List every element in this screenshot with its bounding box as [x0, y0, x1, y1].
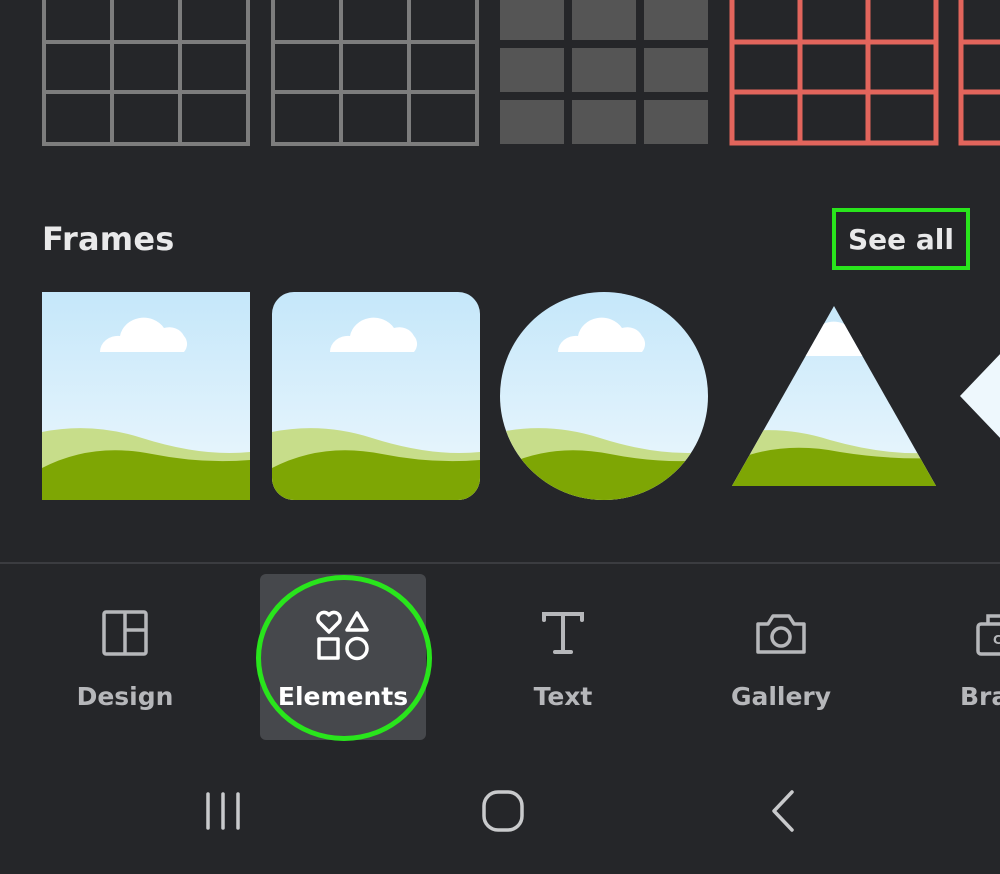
layout-grid-row — [0, 0, 1000, 150]
nav-item-brand[interactable]: C Bra — [916, 574, 1000, 740]
nav-item-text[interactable]: Text — [480, 574, 646, 740]
frame-rounded-square-thumbnail[interactable] — [272, 292, 480, 500]
nav-item-elements[interactable]: Elements — [260, 574, 426, 740]
camera-icon — [756, 614, 806, 654]
see-all-label: See all — [848, 222, 954, 256]
brand-kit-icon: C — [976, 614, 1000, 656]
home-icon[interactable] — [480, 788, 526, 834]
grid-layout-thumbnail[interactable] — [42, 0, 250, 146]
nav-label-elements: Elements — [277, 682, 409, 711]
frames-section-title: Frames — [42, 220, 175, 258]
system-nav-bar — [0, 760, 1000, 874]
nav-label-design: Design — [76, 682, 174, 711]
recent-apps-icon[interactable] — [200, 788, 246, 834]
frame-circle-thumbnail[interactable] — [500, 292, 708, 500]
text-t-icon — [542, 612, 584, 654]
see-all-button[interactable]: See all — [832, 208, 970, 270]
grid-layout-thumbnail[interactable] — [729, 0, 939, 146]
frame-diamond-thumbnail[interactable] — [958, 292, 1000, 500]
elements-shapes-icon — [316, 610, 369, 661]
back-icon[interactable] — [766, 788, 800, 834]
svg-text:C: C — [993, 633, 1000, 647]
frame-square-thumbnail[interactable] — [42, 292, 250, 500]
grid-layout-thumbnail[interactable] — [271, 0, 479, 146]
nav-item-gallery[interactable]: Gallery — [698, 574, 864, 740]
frame-triangle-thumbnail[interactable] — [730, 292, 938, 500]
bottom-nav: Design Elements Text Gallery C Bra — [0, 564, 1000, 754]
nav-label-text: Text — [533, 682, 593, 711]
grid-layout-thumbnail[interactable] — [958, 0, 1000, 146]
nav-item-design[interactable]: Design — [42, 574, 208, 740]
nav-label-gallery: Gallery — [730, 682, 832, 711]
grid-layout-thumbnail[interactable] — [500, 0, 708, 146]
design-layout-icon — [102, 610, 148, 656]
nav-label-brand: Bra — [960, 682, 1000, 711]
